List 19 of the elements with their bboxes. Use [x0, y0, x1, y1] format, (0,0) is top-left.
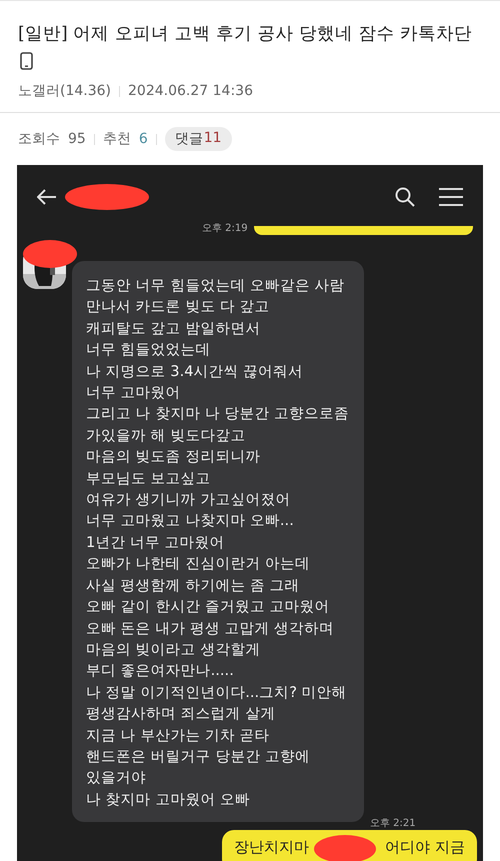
views-count: 95: [68, 131, 86, 147]
menu-icon[interactable]: [439, 188, 463, 206]
post-date: 2024.06.27 14:36: [128, 83, 253, 99]
message-text: 어디야 지금: [385, 838, 465, 858]
received-message: 그동안 너무 힘들었는데 오빠같은 사람 만나서 카드론 빚도 다 갚고 캐피탈도 갚고 밤일하면서 너무 힘들었었는데 나 지명으로 3.4시간씩 끊어줘서 너무 고마웠어 그리고 나 찾지마 나 당분간 고향으로좀 가있을까 해 빚도다갚고 마음의 빚도좀 정리되니까 부모님도 보고싶고 여유가 생기니까 가고싶어졌어 너무 고마웠고 나찾지마 오빠... 1년간 너무 고마웠어 오빠가 나한테 진심이란거 아는데 사실 평생함께 하기에는 좀 그래 오빠 같이 한시간 즐거웠고 고마웠어 오빠 돈은 내가 평생 고맙게 생각하며 마음의 빚이라고 생각할게 부디 좋은여자만나..... 나 정말 이기적인년이다...그치? 미안해 평생감사하며 죄스럽게 살게 지금 나 부산가는 기차 곧타 핸드폰은 버릴거구 당분간 고향에 있을거야 나 찾지마 고마웠어 오빠: [72, 261, 364, 822]
message-time: 오후 2:21: [370, 817, 416, 830]
redaction-scribble: [314, 834, 376, 861]
back-arrow-icon[interactable]: [37, 189, 57, 205]
likes-count: 6: [138, 131, 148, 147]
author-name[interactable]: 노갤러(14.36): [18, 82, 112, 100]
search-icon[interactable]: [395, 187, 415, 207]
message-text: 장난치지마: [234, 838, 310, 858]
mobile-icon: [20, 52, 33, 70]
views-label: 조회수: [18, 130, 60, 148]
comments-button[interactable]: 댓글 11: [164, 127, 232, 151]
post-title: [일반] 어제 오피녀 고백 후기 공사 당했네 잠수 카톡차단: [18, 23, 474, 46]
message-time: 오후 2:19: [202, 222, 248, 235]
redaction-scribble: [23, 239, 77, 269]
likes-label: 추천: [102, 130, 131, 148]
